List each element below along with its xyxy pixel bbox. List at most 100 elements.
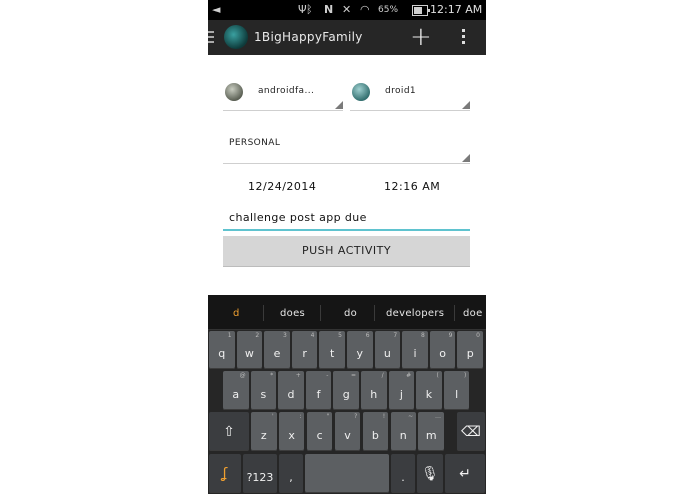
key-secondary: 6 [365, 332, 370, 339]
member-spinner[interactable]: androidfa... [223, 80, 343, 111]
key-label: b [371, 429, 379, 442]
suggestion-2[interactable]: does [280, 308, 305, 319]
shift-icon: ⇧ [223, 423, 235, 440]
shift-key[interactable]: ⇧ [209, 412, 249, 451]
enter-key[interactable]: ↵ [445, 454, 485, 493]
member-avatar [225, 83, 243, 101]
suggestion-3[interactable]: do [344, 308, 357, 319]
key-label: a [232, 388, 240, 401]
enter-icon: ↵ [459, 465, 471, 482]
mic-key[interactable]: 🎙 [417, 454, 443, 493]
date-picker[interactable]: 12/24/2014 [248, 180, 316, 193]
key-l[interactable]: ) l [443, 371, 470, 410]
key-c[interactable]: " c [306, 412, 333, 451]
key-j[interactable]: # j [388, 371, 415, 410]
add-icon[interactable]: + [410, 24, 432, 50]
key-label: c [316, 429, 323, 442]
key-label: u [383, 347, 391, 360]
key-label: z [260, 429, 267, 442]
key-e[interactable]: 3e [264, 331, 290, 369]
key-label: q [218, 347, 226, 360]
message-input[interactable]: challenge post app due [223, 207, 470, 231]
key-label: i [413, 347, 417, 360]
key-a[interactable]: @ a [223, 371, 249, 410]
key-g[interactable]: = g [333, 371, 359, 410]
suggestion-5[interactable]: doe [463, 308, 483, 319]
key-q[interactable]: 1q [209, 331, 235, 369]
device-spinner[interactable]: droid1 [350, 80, 470, 111]
key-secondary: ( [436, 372, 439, 379]
backspace-key[interactable]: ⌫ [457, 412, 485, 451]
keyboard: d does do developers doe 1q2w3e4r5t6y7u8… [208, 295, 486, 494]
key-secondary: = [350, 372, 356, 379]
symbols-key[interactable]: ?123 [243, 454, 277, 493]
key-label: l [455, 388, 459, 401]
period-key[interactable]: . [391, 454, 415, 493]
time-picker[interactable]: 12:16 AM [384, 180, 440, 193]
key-secondary: 1 [227, 332, 232, 339]
key-t[interactable]: 5t [319, 331, 345, 369]
member-spinner-label: androidfa... [258, 86, 315, 96]
key-secondary: 2 [255, 332, 260, 339]
key-secondary: ! [382, 413, 386, 420]
device-avatar [352, 83, 370, 101]
key-r[interactable]: 4r [291, 331, 318, 369]
key-secondary: : [299, 413, 302, 420]
app-logo[interactable] [224, 25, 248, 49]
category-label: PERSONAL [229, 138, 281, 148]
overflow-icon[interactable] [462, 29, 466, 47]
space-key[interactable] [305, 454, 389, 493]
category-spinner[interactable]: PERSONAL [223, 130, 470, 164]
spinner-arrow-icon [462, 101, 470, 109]
key-x[interactable]: :x [278, 412, 305, 451]
swype-key[interactable]: ʆ [209, 454, 241, 493]
key-v[interactable]: ? v [334, 412, 361, 451]
key-b[interactable]: ! b [362, 412, 389, 451]
battery-icon [412, 5, 430, 16]
key-label: k [425, 388, 433, 401]
status-bar: ◄ Ψ ᛒ N ✕ ◠ 65% 12:17 AM [208, 0, 486, 20]
key-p[interactable]: 0p [457, 331, 483, 369]
app-title: 1BigHappyFamily [254, 30, 363, 44]
key-s[interactable]: * s [250, 371, 277, 410]
status-time: 12:17 AM [430, 3, 483, 16]
suggestion-4[interactable]: developers [386, 308, 444, 319]
key-secondary: 7 [393, 332, 398, 339]
key-y[interactable]: 6y [347, 331, 373, 369]
key-i[interactable]: 8i [402, 331, 428, 369]
key-label: g [342, 388, 350, 401]
key-secondary: 8 [420, 332, 425, 339]
key-secondary: … [434, 413, 441, 420]
comma-key[interactable]: , [279, 454, 303, 493]
key-z[interactable]: ' z [251, 412, 277, 451]
phone-screen: ◄ Ψ ᛒ N ✕ ◠ 65% 12:17 AM 1BigHappyFamily… [208, 0, 486, 494]
key-secondary: / [381, 372, 384, 379]
key-d[interactable]: + d [278, 371, 304, 410]
key-w[interactable]: 2w [236, 331, 263, 369]
key-label: m [425, 429, 437, 442]
key-k[interactable]: (k [416, 371, 442, 410]
key-o[interactable]: 9o [429, 331, 456, 369]
key-u[interactable]: 7u [374, 331, 401, 369]
key-f[interactable]: -f [305, 371, 332, 410]
key-secondary: 3 [282, 332, 287, 339]
key-h[interactable]: / h [361, 371, 387, 410]
key-label: d [287, 388, 295, 401]
key-secondary: - [326, 372, 329, 379]
key-secondary: ' [271, 413, 274, 420]
action-bar: 1BigHappyFamily + [208, 20, 486, 55]
key-secondary: 9 [448, 332, 453, 339]
key-n[interactable]: ~ n [390, 412, 417, 451]
key-secondary: " [326, 413, 330, 420]
nfc-icon: N [324, 3, 334, 16]
key-m[interactable]: … m [418, 412, 444, 451]
key-secondary: # [406, 372, 412, 379]
key-label: r [302, 347, 307, 360]
bluetooth-icon: ᛒ [306, 3, 313, 16]
suggestion-1[interactable]: d [233, 308, 240, 319]
key-label: p [466, 347, 474, 360]
spinner-arrow-icon [462, 154, 470, 162]
mute-icon: ✕ [342, 3, 352, 16]
push-activity-button[interactable]: PUSH ACTIVITY [223, 236, 470, 267]
drawer-icon[interactable] [208, 31, 214, 46]
